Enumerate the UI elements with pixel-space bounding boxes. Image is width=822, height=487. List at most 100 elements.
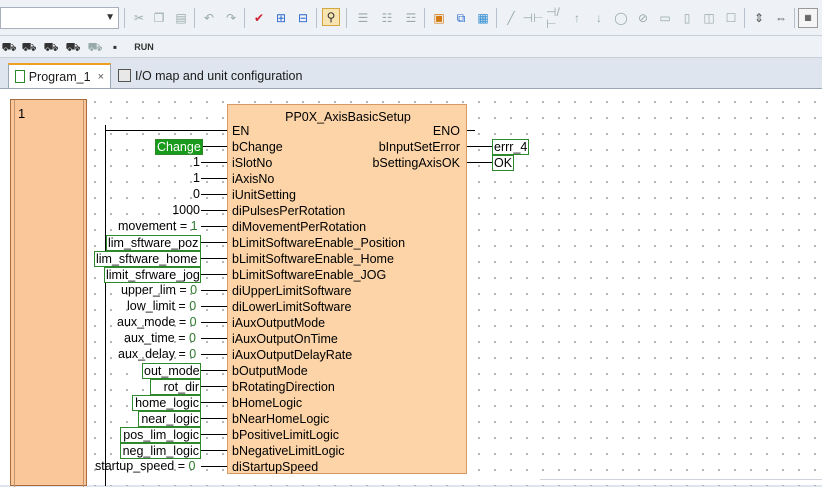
toolbar-separator [496, 8, 497, 28]
check-all-icon[interactable]: ⊞ [272, 9, 290, 27]
paste-icon[interactable]: ▤ [172, 9, 190, 27]
compile-icon[interactable]: ⊟ [294, 9, 312, 27]
split-vertical-icon[interactable]: ⇕ [750, 9, 768, 27]
fb-input-brotatingdirection: bRotatingDirection [232, 380, 335, 394]
input-var-lim-jog[interactable]: limit_sfrware_jog [104, 267, 201, 283]
input-var-lim-pos[interactable]: lim_sftware_poz [106, 235, 201, 251]
input-var-lim-home[interactable]: lim_sftware_home [94, 251, 201, 267]
cut-icon[interactable]: ✂ [130, 9, 148, 27]
input-const-axis[interactable]: 1 [150, 171, 200, 185]
comment-icon[interactable]: ☐ [722, 9, 740, 27]
fb-input-bnegativelimitlogic: bNegativeLimitLogic [232, 444, 345, 458]
input-var-upper-lim[interactable]: upper_lim = 0 [121, 283, 197, 297]
wire [201, 434, 227, 435]
ladder-editor[interactable]: 1 PP0X_AxisBasicSetup EN bChange iSlotNo… [0, 88, 822, 487]
fb-input-bnearhomelogic: bNearHomeLogic [232, 412, 330, 426]
line-draw-icon[interactable]: ╱ [502, 9, 520, 27]
fb-input-diupperlimit: diUpperLimitSoftware [232, 284, 352, 298]
contact-nc-icon[interactable]: ⊣/⊢ [546, 6, 564, 30]
wire [201, 386, 227, 387]
chevron-down-icon[interactable]: ▼ [105, 11, 115, 25]
fb-input-dimovement: diMovementPerRotation [232, 220, 367, 234]
input-var-neg-lim-logic[interactable]: neg_lim_logic [120, 443, 201, 459]
copy-icon[interactable]: ❐ [150, 9, 168, 27]
en-wire [105, 130, 227, 131]
fb-output-binputseterror: bInputSetError [378, 140, 460, 154]
fb-input-bpositivelimitlogic: bPositiveLimitLogic [232, 428, 339, 442]
wire [201, 466, 227, 467]
fb-input-boutputmode: bOutputMode [232, 364, 308, 378]
close-icon[interactable]: × [98, 71, 104, 83]
input-var-out-mode[interactable]: out_mode [142, 363, 201, 379]
input-var-home-logic[interactable]: home_logic [132, 395, 201, 411]
compare-icon[interactable]: ⛟ [86, 38, 104, 56]
fb-input-blimit-home: bLimitSoftwareEnable_Home [232, 252, 394, 266]
contact-icon[interactable]: ⊣⊢ [523, 9, 544, 27]
coil-nc-icon[interactable]: ⊘ [634, 9, 652, 27]
redo-icon[interactable]: ↷ [222, 9, 240, 27]
input-const-pulses[interactable]: 1000 [140, 203, 200, 217]
monitor-toggle-icon[interactable]: ⚲ [322, 8, 340, 26]
input-var-aux-time[interactable]: aux_time = 0 [124, 331, 196, 345]
program-properties-icon[interactable]: ▣ [430, 9, 448, 27]
variable-table-icon[interactable]: ▦ [474, 9, 492, 27]
secondary-toolbar: ⛟ ⛟ ⛟ ⛟ ⛟ ▪ RUN [0, 36, 822, 58]
rung-gutter[interactable] [10, 99, 87, 487]
offline-icon[interactable]: ⛟ [20, 38, 38, 56]
wire [201, 370, 227, 371]
mode-icon[interactable]: ▪ [106, 38, 124, 56]
split-horizontal-icon[interactable]: ⇔ [772, 9, 790, 27]
check-program-icon[interactable]: ✔ [250, 9, 268, 27]
coil-icon[interactable]: ◯ [612, 9, 630, 27]
program-selector-combo[interactable]: ▼ [0, 7, 119, 29]
insert-rung-above-icon[interactable]: ☰ [354, 9, 372, 27]
input-var-aux-delay[interactable]: aux_delay = 0 [118, 347, 196, 361]
toolbar-separator [194, 8, 195, 28]
tab-io-map[interactable]: I/O map and unit configuration [112, 63, 312, 88]
transfer-from-plc-icon[interactable]: ⛟ [64, 38, 82, 56]
function-block-icon[interactable]: ▭ [656, 9, 674, 27]
rung-comment-strip [540, 479, 822, 485]
fb-input-blimit-position: bLimitSoftwareEnable_Position [232, 236, 406, 250]
tab-program-1[interactable]: Program_1 × [8, 63, 111, 88]
find-icon[interactable]: ☲ [402, 9, 420, 27]
instruction-icon[interactable]: ▯ [678, 9, 696, 27]
output-var-error[interactable]: errr_4 [492, 139, 530, 155]
input-var-rot-dir[interactable]: rot_dir [150, 379, 201, 395]
wire [201, 178, 227, 179]
run-mode-button[interactable]: RUN [132, 38, 156, 56]
wire [201, 274, 227, 275]
input-const-unit[interactable]: 0 [150, 187, 200, 201]
input-var-startup-speed[interactable]: startup_speed = 0 [95, 459, 195, 473]
input-var-near-logic[interactable]: near_logic [138, 411, 201, 427]
output-var-ok[interactable]: OK [492, 155, 515, 171]
input-var-aux-mode[interactable]: aux_mode = 0 [117, 315, 197, 329]
wire [201, 338, 227, 339]
contact-rise-icon[interactable]: ↑ [568, 9, 586, 27]
wire [201, 210, 227, 211]
function-block[interactable]: PP0X_AxisBasicSetup EN bChange iSlotNo i… [227, 104, 467, 474]
fb-input-iauxoutputmode: iAuxOutputMode [232, 316, 326, 330]
fb-title: PP0X_AxisBasicSetup [285, 110, 411, 124]
input-var-movement[interactable]: movement = 1 [118, 219, 198, 233]
fb-input-bhomelogic: bHomeLogic [232, 396, 303, 410]
input-const-slot[interactable]: 1 [150, 155, 200, 169]
wire [201, 242, 227, 243]
toolbar-separator [744, 8, 745, 28]
wire [201, 146, 227, 147]
online-icon[interactable]: ⛟ [0, 38, 18, 56]
contact-fall-icon[interactable]: ↓ [590, 9, 608, 27]
var-icon[interactable]: ▦ [798, 8, 818, 28]
wire [201, 194, 227, 195]
set-icon[interactable]: ◫ [700, 9, 718, 27]
cross-reference-icon[interactable]: ⧉ [452, 9, 470, 27]
fb-input-dilowerlimit: diLowerLimitSoftware [232, 300, 352, 314]
insert-rung-below-icon[interactable]: ☷ [378, 9, 396, 27]
transfer-to-plc-icon[interactable]: ⛟ [42, 38, 60, 56]
input-var-pos-lim-logic[interactable]: pos_lim_logic [120, 427, 201, 443]
input-var-change[interactable]: Change [155, 139, 203, 155]
input-var-low-limit[interactable]: low_limit = 0 [127, 299, 196, 313]
tab-label: I/O map and unit configuration [135, 68, 303, 83]
undo-icon[interactable]: ↶ [200, 9, 218, 27]
wire [201, 354, 227, 355]
